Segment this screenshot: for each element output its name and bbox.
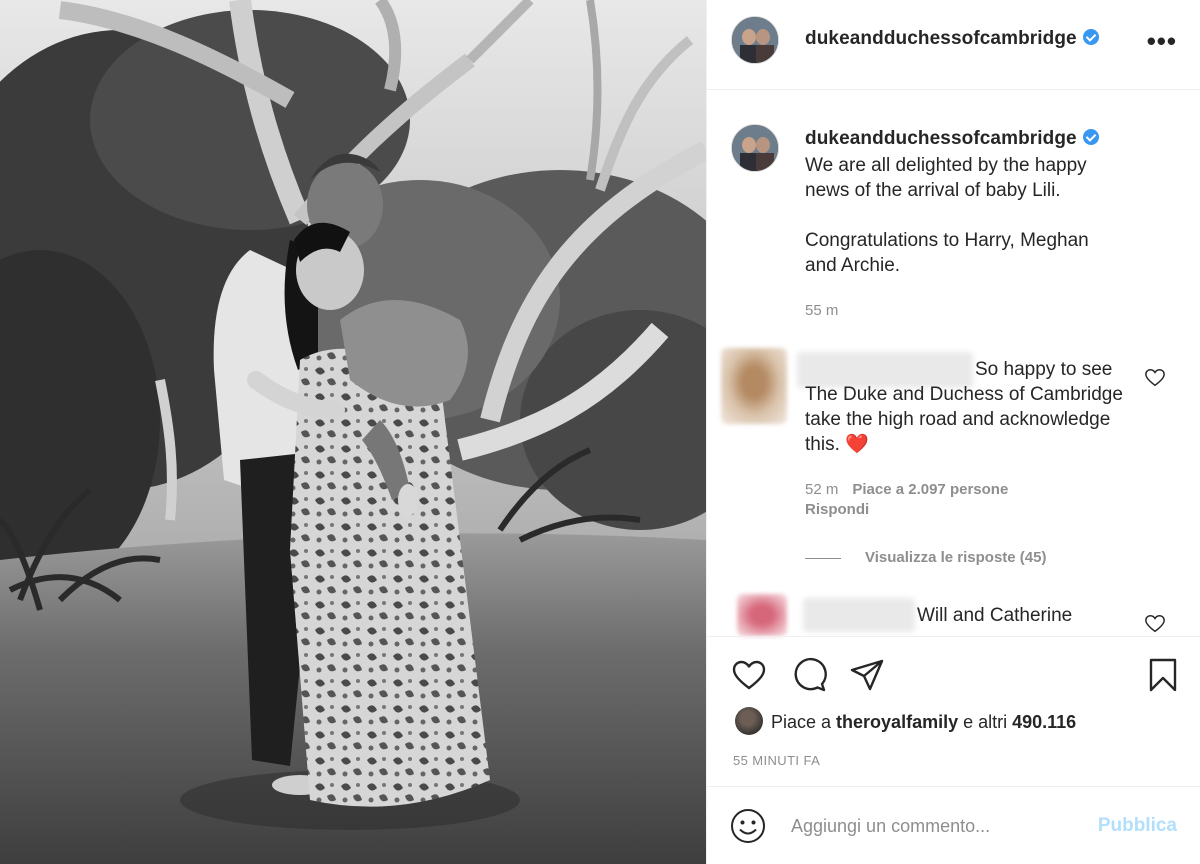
- publish-button[interactable]: Pubblica: [1098, 815, 1177, 837]
- verified-icon: [1082, 28, 1099, 45]
- heart-icon[interactable]: [731, 657, 767, 693]
- comment-like-heart-icon[interactable]: [1144, 613, 1166, 635]
- post-caption: dukeandduchessofcambridge We are all del…: [707, 90, 1200, 336]
- comment-like-heart-icon[interactable]: [1144, 367, 1166, 389]
- likes-prefix: Piace a: [771, 711, 837, 732]
- comment-meta: 52 m Piace a 2.097 persone: [805, 481, 1008, 498]
- caption-username[interactable]: dukeandduchessofcambridge: [805, 128, 1099, 150]
- comment-text: So happy to see The Duke and Duchess of …: [805, 359, 1123, 455]
- comment-avatar-blurred[interactable]: [737, 594, 787, 636]
- post-author-username[interactable]: dukeandduchessofcambridge: [805, 28, 1099, 50]
- caption-avatar[interactable]: [731, 124, 779, 172]
- post-photo[interactable]: [0, 0, 706, 864]
- post-actions: Piace a theroyalfamily e altri 490.116 5…: [707, 636, 1200, 786]
- add-comment-bar: Pubblica: [707, 786, 1200, 864]
- caption-author-name[interactable]: dukeandduchessofcambridge: [805, 128, 1077, 149]
- caption-timestamp[interactable]: 55 m: [805, 302, 838, 319]
- post-author-name[interactable]: dukeandduchessofcambridge: [805, 28, 1077, 49]
- post-side-panel: dukeandduchessofcambridge ••• dukeandduc…: [706, 0, 1200, 864]
- share-icon[interactable]: [849, 657, 885, 693]
- liker-username[interactable]: theroyalfamily: [836, 712, 958, 732]
- comment-username-blurred[interactable]: [803, 598, 915, 632]
- verified-icon: [1082, 128, 1099, 145]
- comment-timestamp[interactable]: 52 m: [805, 481, 838, 498]
- avatar-photo: [732, 125, 778, 171]
- post-header: dukeandduchessofcambridge •••: [707, 0, 1200, 90]
- emoji-icon[interactable]: [729, 807, 767, 845]
- view-replies-button[interactable]: Visualizza le risposte (45): [805, 549, 1046, 566]
- profile-avatar[interactable]: [731, 16, 779, 64]
- caption-text: We are all delighted by the happy news o…: [805, 155, 1089, 276]
- post-likes: Piace a theroyalfamily e altri 490.116: [735, 707, 1076, 737]
- reply-button[interactable]: Rispondi: [805, 501, 869, 518]
- comment-avatar-blurred[interactable]: [721, 348, 787, 424]
- comment-text: Will and Catherine: [917, 605, 1073, 626]
- photo-illustration: [0, 0, 706, 864]
- more-options-button[interactable]: •••: [1147, 26, 1177, 57]
- comment-icon[interactable]: [791, 657, 827, 693]
- likes-middle: e altri: [958, 711, 1013, 732]
- likes-count[interactable]: 490.116: [1012, 712, 1076, 732]
- avatar-photo: [732, 17, 778, 63]
- liker-avatar[interactable]: [735, 707, 763, 735]
- comment-likes-count[interactable]: Piace a 2.097 persone: [852, 481, 1008, 498]
- bookmark-icon[interactable]: [1145, 657, 1181, 693]
- post-date[interactable]: 55 MINUTI FA: [733, 753, 820, 768]
- comment-input[interactable]: [791, 809, 1071, 843]
